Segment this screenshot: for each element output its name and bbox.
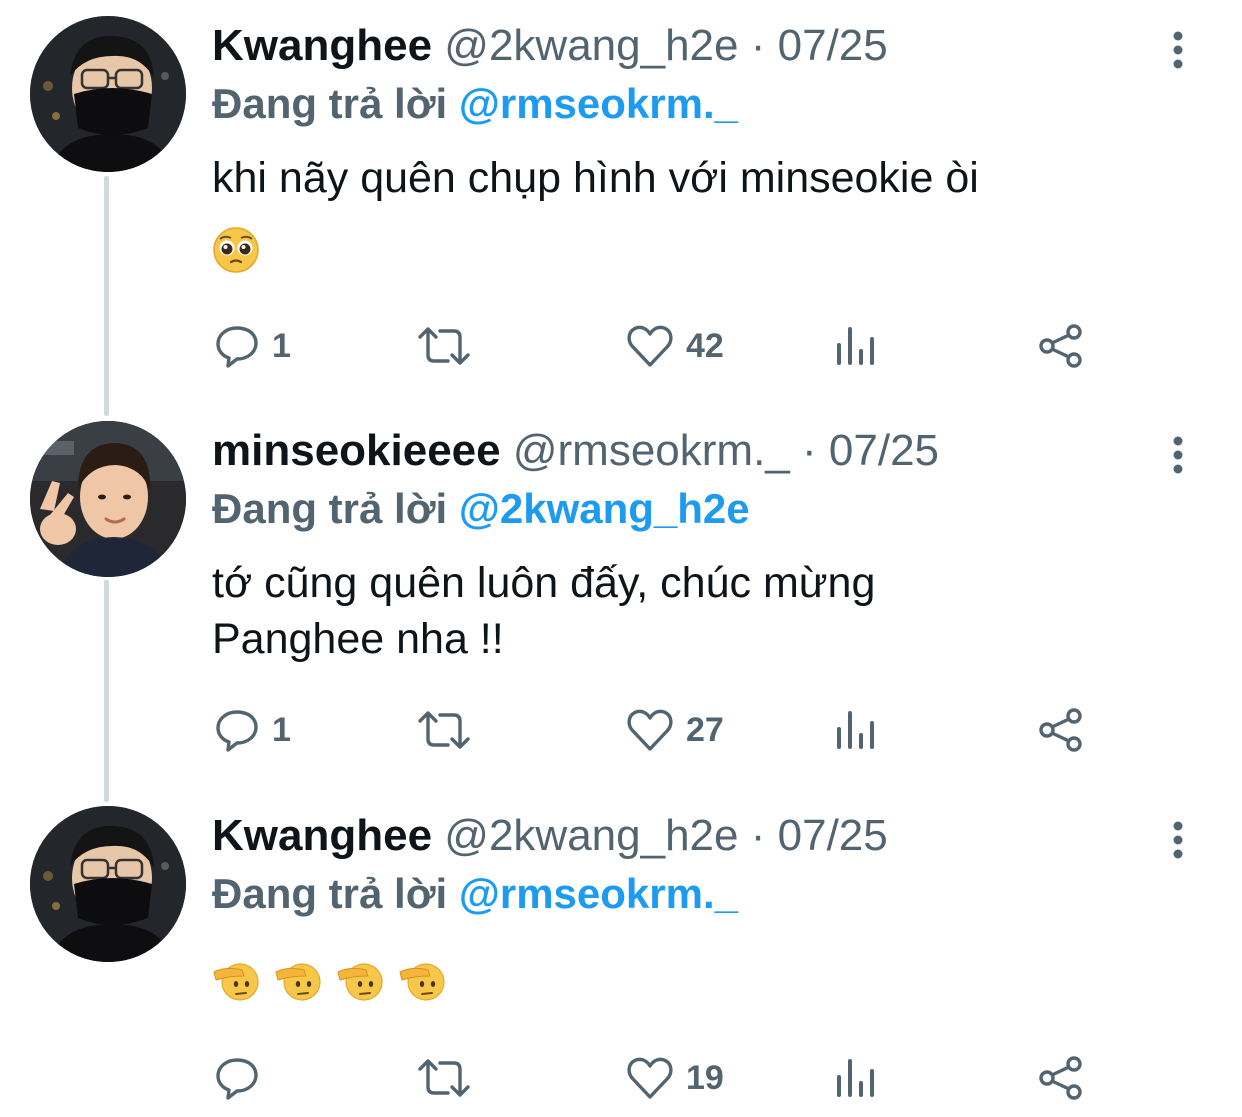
display-name[interactable]: Kwanghee — [212, 21, 432, 70]
tweet-date[interactable]: 07/25 — [829, 426, 939, 475]
replying-to: Đang trả lời @2kwang_h2e — [212, 483, 750, 535]
retweet-icon — [418, 711, 470, 749]
share-button[interactable] — [1038, 316, 1084, 376]
views-button[interactable] — [834, 316, 878, 376]
tweet-text: tớ cũng quên luôn đấy, chúc mừng Panghee… — [212, 559, 876, 663]
more-icon — [1173, 31, 1183, 69]
tweet-actions: 1 42 — [0, 316, 1242, 376]
replying-to-label: Đang trả lời — [212, 485, 448, 532]
avatar[interactable] — [30, 806, 186, 962]
user-handle[interactable]: @2kwang_h2e — [444, 811, 738, 860]
share-icon — [1039, 708, 1082, 752]
views-icon — [837, 1059, 874, 1097]
retweet-icon — [418, 1059, 470, 1097]
reply-icon — [216, 326, 258, 368]
views-button[interactable] — [834, 1048, 878, 1108]
tweet-actions: 1 27 — [0, 700, 1242, 760]
more-icon — [1173, 436, 1183, 474]
views-button[interactable] — [834, 700, 878, 760]
reply-count: 1 — [272, 710, 291, 749]
tweet-header: minseokieeee @rmseokrm._ · 07/25 — [212, 425, 939, 477]
retweet-button[interactable] — [416, 700, 484, 760]
like-button[interactable]: 27 — [626, 700, 724, 760]
tweet-date[interactable]: 07/25 — [778, 811, 888, 860]
saluting-face-icon — [275, 963, 321, 1001]
more-options-button[interactable] — [1166, 435, 1190, 475]
replying-to: Đang trả lời @rmseokrm._ — [212, 78, 738, 130]
like-icon — [627, 325, 673, 367]
user-handle[interactable]: @2kwang_h2e — [444, 21, 738, 70]
pleading-face-icon — [213, 227, 259, 273]
more-options-button[interactable] — [1166, 30, 1190, 70]
tweet[interactable]: Kwanghee @2kwang_h2e · 07/25 Đang trả lờ… — [0, 790, 1242, 1117]
saluting-face-icon — [213, 963, 259, 1001]
display-name[interactable]: Kwanghee — [212, 811, 432, 860]
like-count: 27 — [686, 710, 724, 749]
more-options-button[interactable] — [1166, 820, 1190, 860]
tweet[interactable]: Kwanghee @2kwang_h2e · 07/25 Đang trả lờ… — [0, 0, 1242, 400]
reply-count: 1 — [272, 326, 291, 365]
user-handle[interactable]: @rmseokrm._ — [513, 426, 790, 475]
tweet-header: Kwanghee @2kwang_h2e · 07/25 — [212, 20, 888, 72]
saluting-face-icon — [399, 963, 445, 1001]
tweet-text: khi nãy quên chụp hình với minseokie òi — [212, 154, 979, 202]
share-icon — [1039, 1056, 1082, 1100]
retweet-button[interactable] — [416, 316, 484, 376]
more-icon — [1173, 821, 1183, 859]
replying-to-mention[interactable]: @rmseokrm._ — [459, 870, 738, 917]
like-button[interactable]: 42 — [626, 316, 724, 376]
separator-dot: · — [750, 811, 766, 860]
replying-to-label: Đang trả lời — [212, 870, 448, 917]
views-icon — [837, 711, 874, 749]
retweet-button[interactable] — [416, 1048, 484, 1108]
tweet-header: Kwanghee @2kwang_h2e · 07/25 — [212, 810, 888, 862]
share-icon — [1039, 324, 1082, 368]
like-icon — [627, 1057, 673, 1099]
like-icon — [627, 709, 673, 751]
replying-to-label: Đang trả lời — [212, 80, 448, 127]
retweet-icon — [418, 327, 470, 365]
share-button[interactable] — [1038, 1048, 1084, 1108]
reply-button[interactable] — [214, 1048, 272, 1108]
display-name[interactable]: minseokieeee — [212, 426, 501, 475]
saluting-face-icon — [337, 963, 383, 1001]
reply-icon — [216, 710, 258, 752]
reply-button[interactable]: 1 — [214, 700, 291, 760]
reply-button[interactable]: 1 — [214, 316, 291, 376]
views-icon — [837, 327, 874, 365]
replying-to-mention[interactable]: @2kwang_h2e — [459, 485, 750, 532]
reply-icon — [216, 1058, 258, 1100]
tweet[interactable]: minseokieeee @rmseokrm._ · 07/25 Đang tr… — [0, 405, 1242, 785]
emoji-row — [212, 956, 446, 1004]
like-count: 19 — [686, 1058, 724, 1097]
avatar[interactable] — [30, 421, 186, 577]
like-count: 42 — [686, 326, 724, 365]
tweet-actions: 19 — [0, 1048, 1242, 1108]
separator-dot: · — [802, 426, 817, 475]
avatar[interactable] — [30, 16, 186, 172]
tweet-date[interactable]: 07/25 — [778, 21, 888, 70]
replying-to: Đang trả lời @rmseokrm._ — [212, 868, 738, 920]
emoji-row — [212, 226, 260, 274]
like-button[interactable]: 19 — [626, 1048, 724, 1108]
share-button[interactable] — [1038, 700, 1084, 760]
replying-to-mention[interactable]: @rmseokrm._ — [459, 80, 738, 127]
separator-dot: · — [750, 21, 766, 70]
